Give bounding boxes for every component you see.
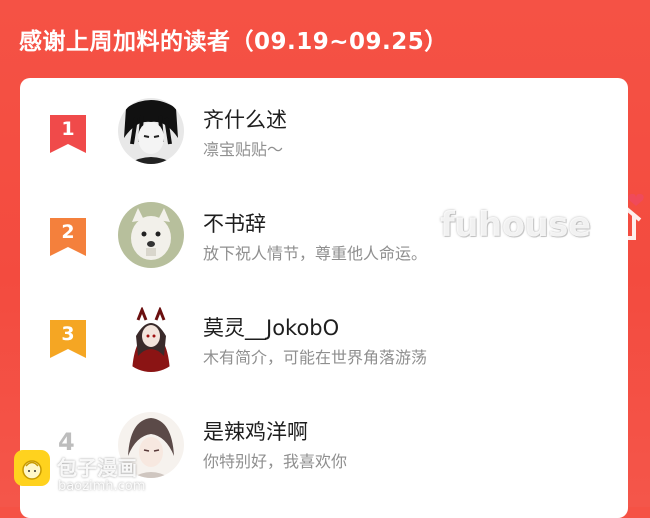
reader-name: 莫灵__JokobO — [203, 316, 340, 340]
reader-name: 是辣鸡洋啊 — [203, 420, 308, 444]
reader-name: 不书辞 — [203, 212, 266, 236]
reader-name: 齐什么述 — [203, 108, 287, 132]
rank-badge: 3 — [50, 320, 86, 358]
list-item[interactable]: 3 莫灵__JokobO 木有简介，可能在世界角落游荡 — [20, 302, 628, 382]
avatar[interactable] — [118, 306, 184, 372]
rank-number: 2 — [61, 221, 75, 243]
avatar[interactable] — [118, 202, 184, 268]
house-heart-icon — [590, 193, 644, 240]
rank-badge: 2 — [50, 218, 86, 256]
avatar[interactable] — [118, 98, 184, 164]
rank-badge: 1 — [50, 115, 86, 153]
baozi-watermark-url: baozimh.com — [58, 479, 146, 494]
reader-bio: 放下祝人情节，尊重他人命运。 — [203, 244, 428, 263]
reader-bio: 木有简介，可能在世界角落游荡 — [203, 348, 428, 367]
page-title: 感谢上周加料的读者（09.19~09.25） — [19, 29, 448, 55]
baozi-logo-icon — [14, 450, 50, 486]
rank-number: 1 — [61, 118, 75, 140]
rank-number: 3 — [61, 323, 75, 345]
list-item[interactable]: 1 齐什么述 凛宝贴贴～ — [20, 98, 628, 178]
baozi-watermark-name: 包子漫画 — [57, 456, 137, 480]
fuhouse-watermark: fuhouse — [440, 205, 591, 245]
reader-bio: 凛宝贴贴～ — [203, 140, 284, 159]
reader-bio: 你特别好，我喜欢你 — [203, 452, 348, 471]
